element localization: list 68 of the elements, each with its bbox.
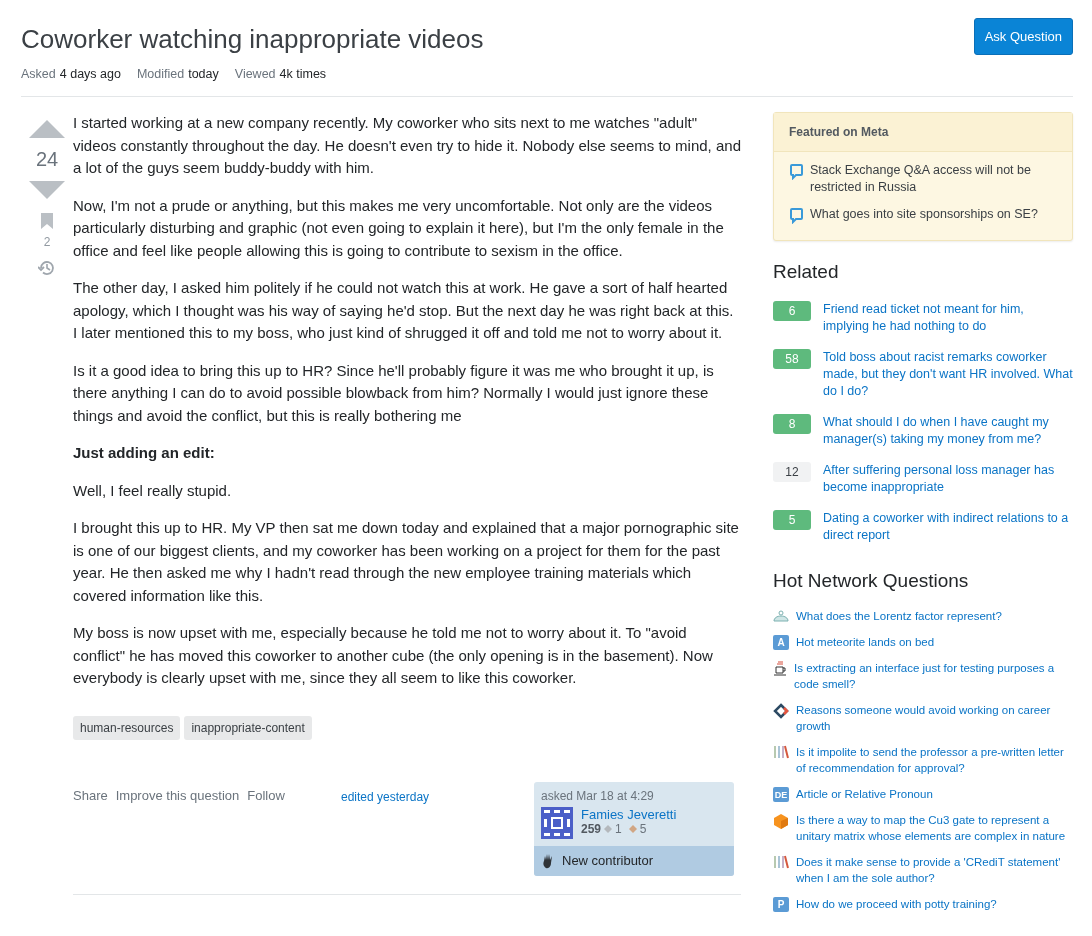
badge-count: 1 (615, 821, 622, 836)
edited-link[interactable]: edited yesterday (341, 781, 534, 804)
featured-link[interactable]: Stack Exchange Q&A access will not be restricted in Russia (810, 162, 1057, 196)
badge-diamond-icon (628, 824, 637, 833)
post-paragraph: Well, I feel really stupid. (73, 480, 233, 501)
reputation-score: 259 (581, 821, 602, 836)
related-question-link[interactable]: Dating a coworker with indirect relations to a direct report (823, 510, 1073, 544)
post-action-link[interactable]: Follow (247, 787, 285, 803)
hot-questions-heading: Hot Network Questions (773, 570, 970, 592)
bookmark-count: 2 (43, 235, 51, 249)
answer-score: 5 (773, 510, 811, 530)
hot-question-link[interactable]: Does it make sense to provide a 'CRediT statement' when I am the sole author? (796, 854, 1073, 886)
site-icon: P (773, 897, 789, 912)
vote-count: 24 (35, 148, 59, 171)
post-action-link[interactable]: Share (73, 787, 108, 803)
diamond-outline-icon (773, 703, 789, 719)
hot-question-link[interactable]: How do we proceed with potty training? (796, 896, 997, 912)
hot-question-link[interactable]: Article or Relative Pronoun (796, 786, 933, 802)
answer-score: 6 (773, 301, 811, 321)
hot-question-link[interactable]: Reasons someone would avoid working on career growth (796, 702, 1073, 734)
site-icon: A (773, 635, 789, 650)
books-icon (773, 745, 789, 759)
related-question-link[interactable]: Friend read ticket not meant for him, implying he had nothing to do (823, 301, 1073, 335)
tag-link[interactable]: inappropriate-content (184, 715, 312, 740)
mug-icon (773, 661, 787, 677)
post-paragraph: My boss is now upset with me, especially because he told me not to worry about it. To "avoid conflict" he has moved this coworker to another cube (the only opening is in the basement). Now everybody is clearly upset with me, since they all seem to like this coworker. (73, 623, 714, 688)
hot-question-link[interactable]: Hot meteorite lands on bed (796, 634, 935, 650)
answer-score: 8 (773, 414, 811, 434)
upvote-arrow-icon[interactable] (29, 120, 65, 138)
downvote-arrow-icon[interactable] (29, 181, 65, 199)
books-icon (773, 855, 789, 869)
badge-diamond-icon (604, 824, 613, 833)
post-paragraph: Is it a good idea to bring this up to HR? Since he'll probably figure it was me who brought it up, is there anything I can do to avoid possible blowback from him? Normally I would just ignore these things and avoid the conflict, but this is really bothering me (73, 360, 715, 426)
avatar-pattern-icon[interactable] (541, 806, 573, 839)
post-paragraph: Now, I'm not a prude or anything, but this makes me very uncomfortable. Not only are the videos particularly disturbing and graphic (not even going to explain it here), but I'm the only female in the office and feel like people allowing this is going to contribute to sexism in the office. (73, 195, 725, 261)
history-icon[interactable] (38, 259, 56, 277)
related-question-link[interactable]: Told boss about racist remarks coworker made, but they don't want HR involved. What do I do? (823, 349, 1073, 400)
related-question-link[interactable]: After suffering personal loss manager has become inappropriate (823, 462, 1073, 496)
related-heading: Related (773, 261, 840, 283)
ask-question-button[interactable]: Ask Question (973, 18, 1073, 55)
post-subheading: Just adding an edit: (73, 443, 216, 463)
site-icon: DE (773, 787, 789, 802)
related-question-link[interactable]: What should I do when I have caught my manager(s) taking my money from me? (823, 414, 1073, 448)
answer-score: 58 (773, 349, 811, 369)
featured-link[interactable]: What goes into site sponsorships on SE? (810, 206, 1038, 224)
answer-score: 12 (773, 462, 811, 482)
badge-count: 5 (639, 821, 647, 836)
hot-question-link[interactable]: Is there a way to map the Cu3 gate to represent a unitary matrix whose elements are complex in nature (796, 812, 1073, 844)
featured-heading: Featured on Meta (774, 113, 1072, 152)
post-paragraph: I brought this up to HR. My VP then sat me down today and explained that a major pornographic site is one of our biggest clients, and my coworker has been working on a project for them for the past year. He then asked me why I hadn't read through the new employee training materials which covered information like this. (73, 518, 740, 606)
cube-icon (773, 813, 789, 829)
post-paragraph: The other day, I asked him politely if he could not watch this at work. He gave a sort of half hearted apology, which I thought was his way of saying he'd stop. But the next day he was right back at this. I later mentioned this to my boss, who just kind of shrugged it off and told me not to worry about it. (73, 278, 735, 343)
question-meta: Viewed 4k times (234, 67, 327, 81)
new-contributor-label: New contributor (562, 853, 654, 868)
post-paragraph: I started working at a new company recently. My coworker who sits next to me watches "adult" videos constantly throughout the day. He doesn't even try to hide it. Nobody else seems to mind, and a lot of the guys seem buddy-buddy with him. (73, 113, 741, 178)
tag-link[interactable]: human-resources (73, 715, 181, 740)
question-meta: Modified today (136, 67, 219, 81)
speech-bubble-icon (790, 208, 803, 224)
hot-question-link[interactable]: Is extracting an interface just for testing purposes a code smell? (794, 660, 1073, 692)
post-action-link[interactable]: Improve this question (115, 787, 240, 803)
hot-question-link[interactable]: What does the Lorentz factor represent? (796, 608, 1002, 624)
question-title: Coworker watching inappropriate videos (21, 24, 484, 55)
hot-question-link[interactable]: Is it impolite to send the professor a pre-written letter of recommendation for approval? (796, 744, 1073, 776)
speech-bubble-icon (790, 164, 803, 180)
question-meta: Asked 4 days ago (21, 67, 121, 81)
bookmark-icon[interactable] (41, 213, 53, 229)
asked-time: asked Mar 18 at 4:29 (540, 787, 655, 805)
user-name-link[interactable]: Famies Jeveretti (581, 806, 677, 822)
